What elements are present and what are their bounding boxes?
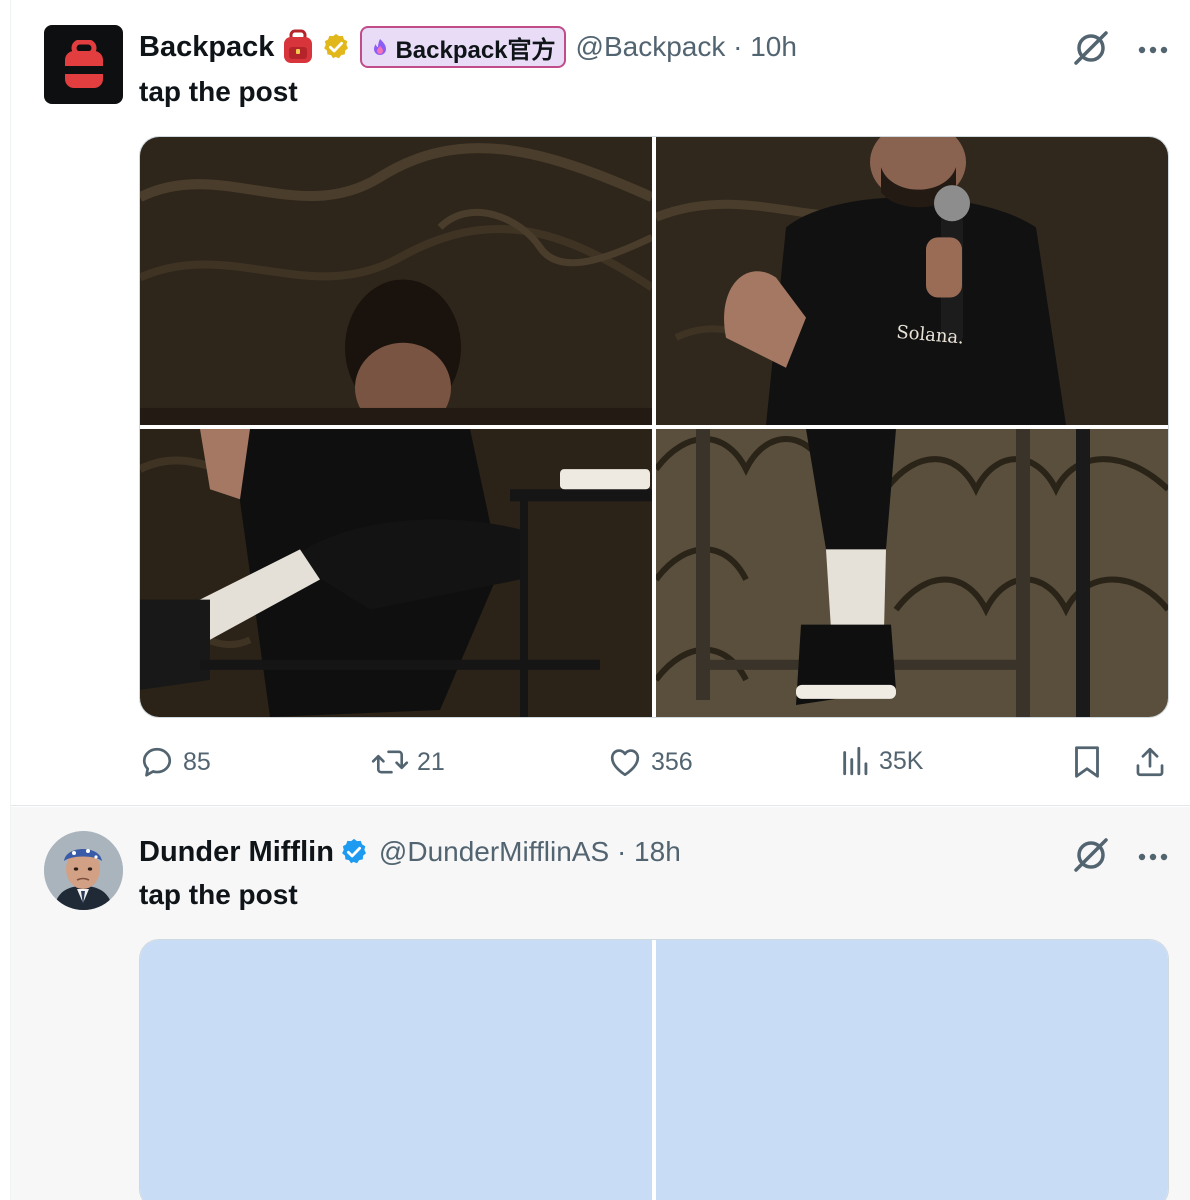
backpack-exchange-icon <box>374 39 387 55</box>
avatar-photo <box>44 831 123 910</box>
display-name[interactable]: Dunder Mifflin <box>139 836 334 869</box>
grok-icon[interactable] <box>1071 28 1111 73</box>
grok-icon[interactable] <box>1071 835 1111 880</box>
repost-icon <box>371 750 409 774</box>
reply-count: 85 <box>183 747 211 776</box>
reply-button[interactable]: 85 <box>139 744 211 780</box>
repost-button[interactable]: 21 <box>371 744 445 780</box>
avatar[interactable] <box>44 25 123 104</box>
post-actions: 85 21 356 35K <box>139 744 1169 784</box>
views-button[interactable]: 35K <box>841 744 923 778</box>
more-icon[interactable] <box>1137 849 1169 867</box>
backpack-emoji-icon <box>280 29 316 65</box>
bookmark-button[interactable] <box>1071 744 1103 780</box>
share-icon <box>1136 747 1164 777</box>
like-icon <box>610 749 640 777</box>
post-backpack[interactable]: Backpack Backpack官方 @Backpack · 10h tap … <box>11 0 1190 806</box>
handle[interactable]: @DunderMifflinAS · 18h <box>379 836 681 868</box>
photo-4[interactable] <box>656 429 1168 717</box>
photo-2[interactable] <box>656 940 1168 1200</box>
more-icon[interactable] <box>1137 42 1169 60</box>
timestamp[interactable]: 10h <box>750 31 797 62</box>
timeline: Backpack Backpack官方 @Backpack · 10h tap … <box>10 0 1190 1200</box>
post-header: Dunder Mifflin @DunderMifflinAS · 18h <box>139 830 681 874</box>
like-count: 356 <box>651 747 693 776</box>
verified-blue-icon[interactable] <box>339 837 369 867</box>
avatar[interactable] <box>44 831 123 910</box>
handle[interactable]: @Backpack · 10h <box>576 31 797 63</box>
affiliate-badge[interactable]: Backpack官方 <box>360 26 566 68</box>
post-text: tap the post <box>139 879 298 910</box>
post-dunder-mifflin[interactable]: Dunder Mifflin @DunderMifflinAS · 18h ta… <box>11 807 1190 1200</box>
display-name[interactable]: Backpack <box>139 31 274 64</box>
photo-2[interactable]: Solana. <box>656 137 1168 425</box>
affiliate-label: Backpack官方 <box>395 36 556 64</box>
photo-3[interactable] <box>140 429 652 717</box>
photo-1[interactable] <box>140 940 652 1200</box>
post-text: tap the post <box>139 76 298 107</box>
media-grid[interactable]: Solana. <box>139 136 1169 718</box>
like-button[interactable]: 356 <box>607 744 693 780</box>
repost-count: 21 <box>417 747 445 776</box>
view-count: 35K <box>879 746 924 775</box>
post-top-actions <box>1071 28 1169 73</box>
photo-1[interactable] <box>140 137 652 425</box>
views-icon <box>843 746 868 776</box>
backpack-logo-icon <box>64 39 103 88</box>
media-grid[interactable] <box>139 939 1169 1200</box>
post-top-actions <box>1071 835 1169 880</box>
share-button[interactable] <box>1133 744 1167 780</box>
post-header: Backpack Backpack官方 @Backpack · 10h <box>139 25 797 69</box>
timestamp[interactable]: 18h <box>634 836 681 867</box>
bookmark-icon <box>1075 746 1099 778</box>
reply-icon <box>142 747 172 777</box>
verified-gold-icon[interactable] <box>321 32 351 62</box>
